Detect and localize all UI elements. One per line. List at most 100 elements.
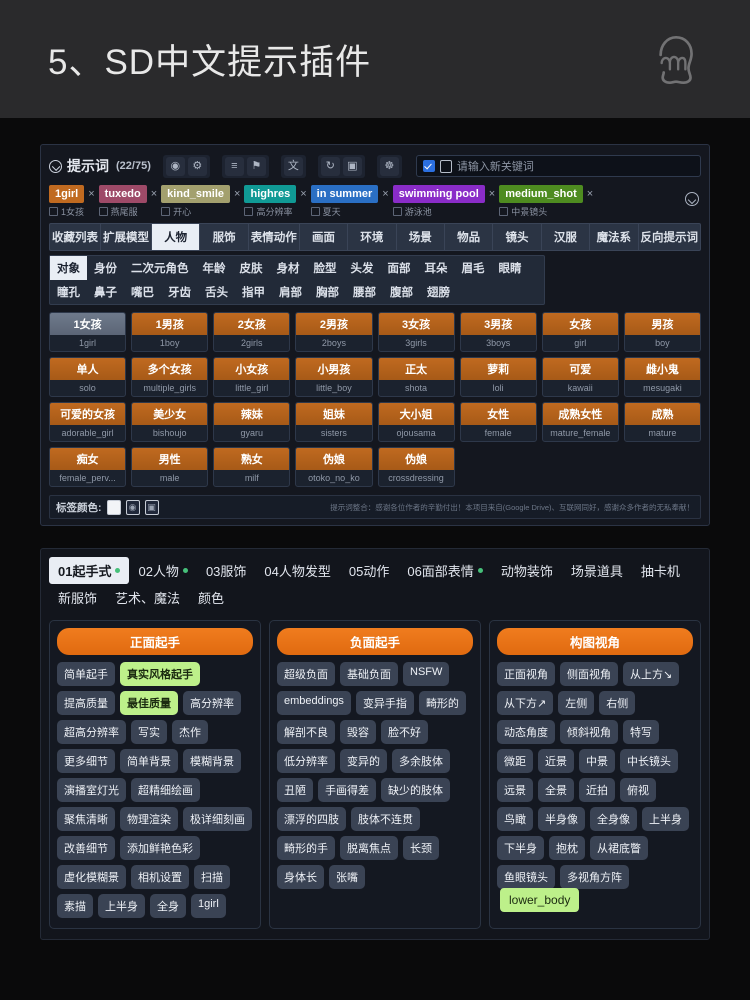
board-tab-艺术、魔法[interactable]: 艺术、魔法 xyxy=(106,584,189,611)
board-tab-01起手式[interactable]: 01起手式 xyxy=(49,557,130,584)
tag-button[interactable]: 大小姐 ojousama xyxy=(377,402,455,442)
tag-button[interactable]: 小男孩 little_boy xyxy=(295,357,373,397)
board-tab-06面部表情[interactable]: 06面部表情 xyxy=(398,557,491,584)
prompt-chip-remove-icon[interactable]: × xyxy=(234,188,240,200)
prompt-pill[interactable]: 变异的 xyxy=(340,749,387,773)
sub-tab-面部[interactable]: 面部 xyxy=(381,256,418,280)
prompt-chip-remove-icon[interactable]: × xyxy=(151,188,157,200)
prompt-pill[interactable]: 鸟瞰 xyxy=(497,807,533,831)
prompt-chip-remove-icon[interactable]: × xyxy=(88,188,94,200)
prompt-pill[interactable]: 写实 xyxy=(131,720,167,744)
category-tab-物品[interactable]: 物品 xyxy=(445,224,494,250)
translate-icon[interactable]: 文 xyxy=(283,156,303,176)
prompt-pill[interactable]: 畸形的 xyxy=(418,691,466,715)
tag-button[interactable]: 姐妹 sisters xyxy=(295,402,373,442)
tag-button[interactable]: 女孩 girl xyxy=(541,312,619,352)
prompt-pill[interactable]: 脸不好 xyxy=(381,720,428,744)
prompt-pill[interactable]: 俯视 xyxy=(620,778,656,802)
prompt-pill[interactable]: 解剖不良 xyxy=(277,720,335,744)
prompt-pill[interactable]: 简单起手 xyxy=(57,662,115,686)
tag-button[interactable]: 成熟女性 mature_female xyxy=(541,402,619,442)
prompt-pill[interactable]: 抱枕 xyxy=(549,836,585,860)
prompt-pill[interactable]: 超级负面 xyxy=(277,662,335,686)
prompt-pill[interactable]: 真实风格起手 xyxy=(120,662,200,686)
board-tab-03服饰[interactable]: 03服饰 xyxy=(197,557,255,584)
prompt-pill[interactable]: 全身 xyxy=(150,894,186,918)
prompt-pill[interactable]: 添加鲜艳色彩 xyxy=(120,836,200,860)
category-tab-画面[interactable]: 画面 xyxy=(300,224,349,250)
prompt-pill[interactable]: 上半身 xyxy=(98,894,145,918)
prompt-chip[interactable]: medium_shot × 中景镜头 xyxy=(499,185,593,218)
category-tab-环境[interactable]: 环境 xyxy=(348,224,397,250)
board-tab-04人物发型[interactable]: 04人物发型 xyxy=(255,557,339,584)
tag-button[interactable]: 3男孩 3boys xyxy=(459,312,537,352)
prompt-chip[interactable]: in summer × 夏天 xyxy=(310,185,389,218)
prompt-pill[interactable]: 全景 xyxy=(538,778,574,802)
prompt-pill[interactable]: 改善细节 xyxy=(57,836,115,860)
board-tab-场景道具[interactable]: 场景道具 xyxy=(562,557,632,584)
prompt-pill[interactable]: 变异手指 xyxy=(355,691,414,715)
sub-tab-耳朵[interactable]: 耳朵 xyxy=(418,256,455,280)
prompt-pill[interactable]: 上半身 xyxy=(642,807,689,831)
prompt-pill[interactable]: 右侧 xyxy=(599,691,636,715)
sub-tab-瞳孔[interactable]: 瞳孔 xyxy=(50,280,87,304)
tag-button[interactable]: 可爱 kawaii xyxy=(541,357,619,397)
prompt-pill[interactable]: 极详细刻画 xyxy=(183,807,252,831)
sub-tab-二次元角色[interactable]: 二次元角色 xyxy=(124,256,196,280)
prompt-pill[interactable]: 侧面视角 xyxy=(560,662,618,686)
tag-button[interactable]: 2女孩 2girls xyxy=(213,312,291,352)
reset-swatch[interactable]: ◉ xyxy=(125,499,140,515)
board-tab-抽卡机[interactable]: 抽卡机 xyxy=(632,557,689,584)
prompt-pill[interactable]: 远景 xyxy=(497,778,533,802)
sub-tab-牙齿[interactable]: 牙齿 xyxy=(161,280,198,304)
prompt-pill[interactable]: 畸形的手 xyxy=(277,836,335,860)
prompt-pill[interactable]: 动态角度 xyxy=(497,720,555,744)
chips-collapse-icon[interactable] xyxy=(685,192,699,206)
sub-tab-眼睛[interactable]: 眼睛 xyxy=(492,256,529,280)
prompt-pill[interactable]: 超高分辨率 xyxy=(57,720,126,744)
prompt-pill[interactable]: 物理渲染 xyxy=(120,807,178,831)
prompt-pill[interactable]: 基础负面 xyxy=(340,662,398,686)
category-tab-服饰[interactable]: 服饰 xyxy=(200,224,249,250)
prompt-pill[interactable]: 近景 xyxy=(538,749,574,773)
prompt-pill[interactable]: 张嘴 xyxy=(329,865,365,889)
sub-tab-翅膀[interactable]: 翅膀 xyxy=(420,280,457,304)
prompt-pill[interactable]: 倾斜视角 xyxy=(560,720,618,744)
tag-button[interactable]: 正太 shota xyxy=(377,357,455,397)
prompt-pill[interactable]: 身体长 xyxy=(277,865,324,889)
prompt-chip[interactable]: tuxedo × 燕尾服 xyxy=(98,185,157,218)
prompt-pill[interactable]: 长颈 xyxy=(403,836,439,860)
tag-button[interactable]: 女性 female xyxy=(459,402,537,442)
prompt-pill[interactable]: 从下方↗ xyxy=(497,691,554,715)
book-icon[interactable] xyxy=(439,159,452,173)
category-tab-人物[interactable]: 人物 xyxy=(152,224,201,250)
category-tab-魔法系[interactable]: 魔法系 xyxy=(590,224,639,250)
sub-tab-舌头[interactable]: 舌头 xyxy=(198,280,235,304)
prompt-chip-remove-icon[interactable]: × xyxy=(489,188,495,200)
prompt-pill[interactable]: 半身像 xyxy=(538,807,585,831)
sub-tab-胸部[interactable]: 胸部 xyxy=(309,280,346,304)
prompt-pill[interactable]: 演播室灯光 xyxy=(57,778,126,802)
tag-button[interactable]: 熟女 milf xyxy=(213,447,291,487)
prompt-pill[interactable]: 从上方↘ xyxy=(623,662,680,686)
tag-button[interactable]: 3女孩 3girls xyxy=(377,312,455,352)
category-tab-场景[interactable]: 场景 xyxy=(397,224,445,250)
prompt-pill[interactable]: 漂浮的四肢 xyxy=(277,807,346,831)
board-tab-05动作[interactable]: 05动作 xyxy=(340,557,398,584)
tag-button[interactable]: 多个女孩 multiple_girls xyxy=(131,357,209,397)
category-tab-汉服[interactable]: 汉服 xyxy=(542,224,591,250)
prompt-chip-remove-icon[interactable]: × xyxy=(587,188,593,200)
prompt-chip-remove-icon[interactable]: × xyxy=(382,188,388,200)
prompt-pill[interactable]: 肢体不连贯 xyxy=(351,807,420,831)
board-tab-动物装饰[interactable]: 动物装饰 xyxy=(492,557,562,584)
sub-tab-腹部[interactable]: 腹部 xyxy=(383,280,420,304)
tag-button[interactable]: 雌小鬼 mesugaki xyxy=(623,357,701,397)
sub-tab-肩部[interactable]: 肩部 xyxy=(272,280,309,304)
tag-button[interactable]: 辣妹 gyaru xyxy=(213,402,291,442)
prompt-chip[interactable]: 1girl × 1女孩 xyxy=(49,185,95,218)
prompt-pill[interactable]: 多余肢体 xyxy=(392,749,450,773)
white-swatch[interactable] xyxy=(106,499,121,515)
tag-button[interactable]: 美少女 bishoujo xyxy=(131,402,209,442)
prompt-pill[interactable]: 鱼眼镜头 xyxy=(497,865,555,889)
list-doc-icon[interactable]: ≡ xyxy=(224,156,244,176)
